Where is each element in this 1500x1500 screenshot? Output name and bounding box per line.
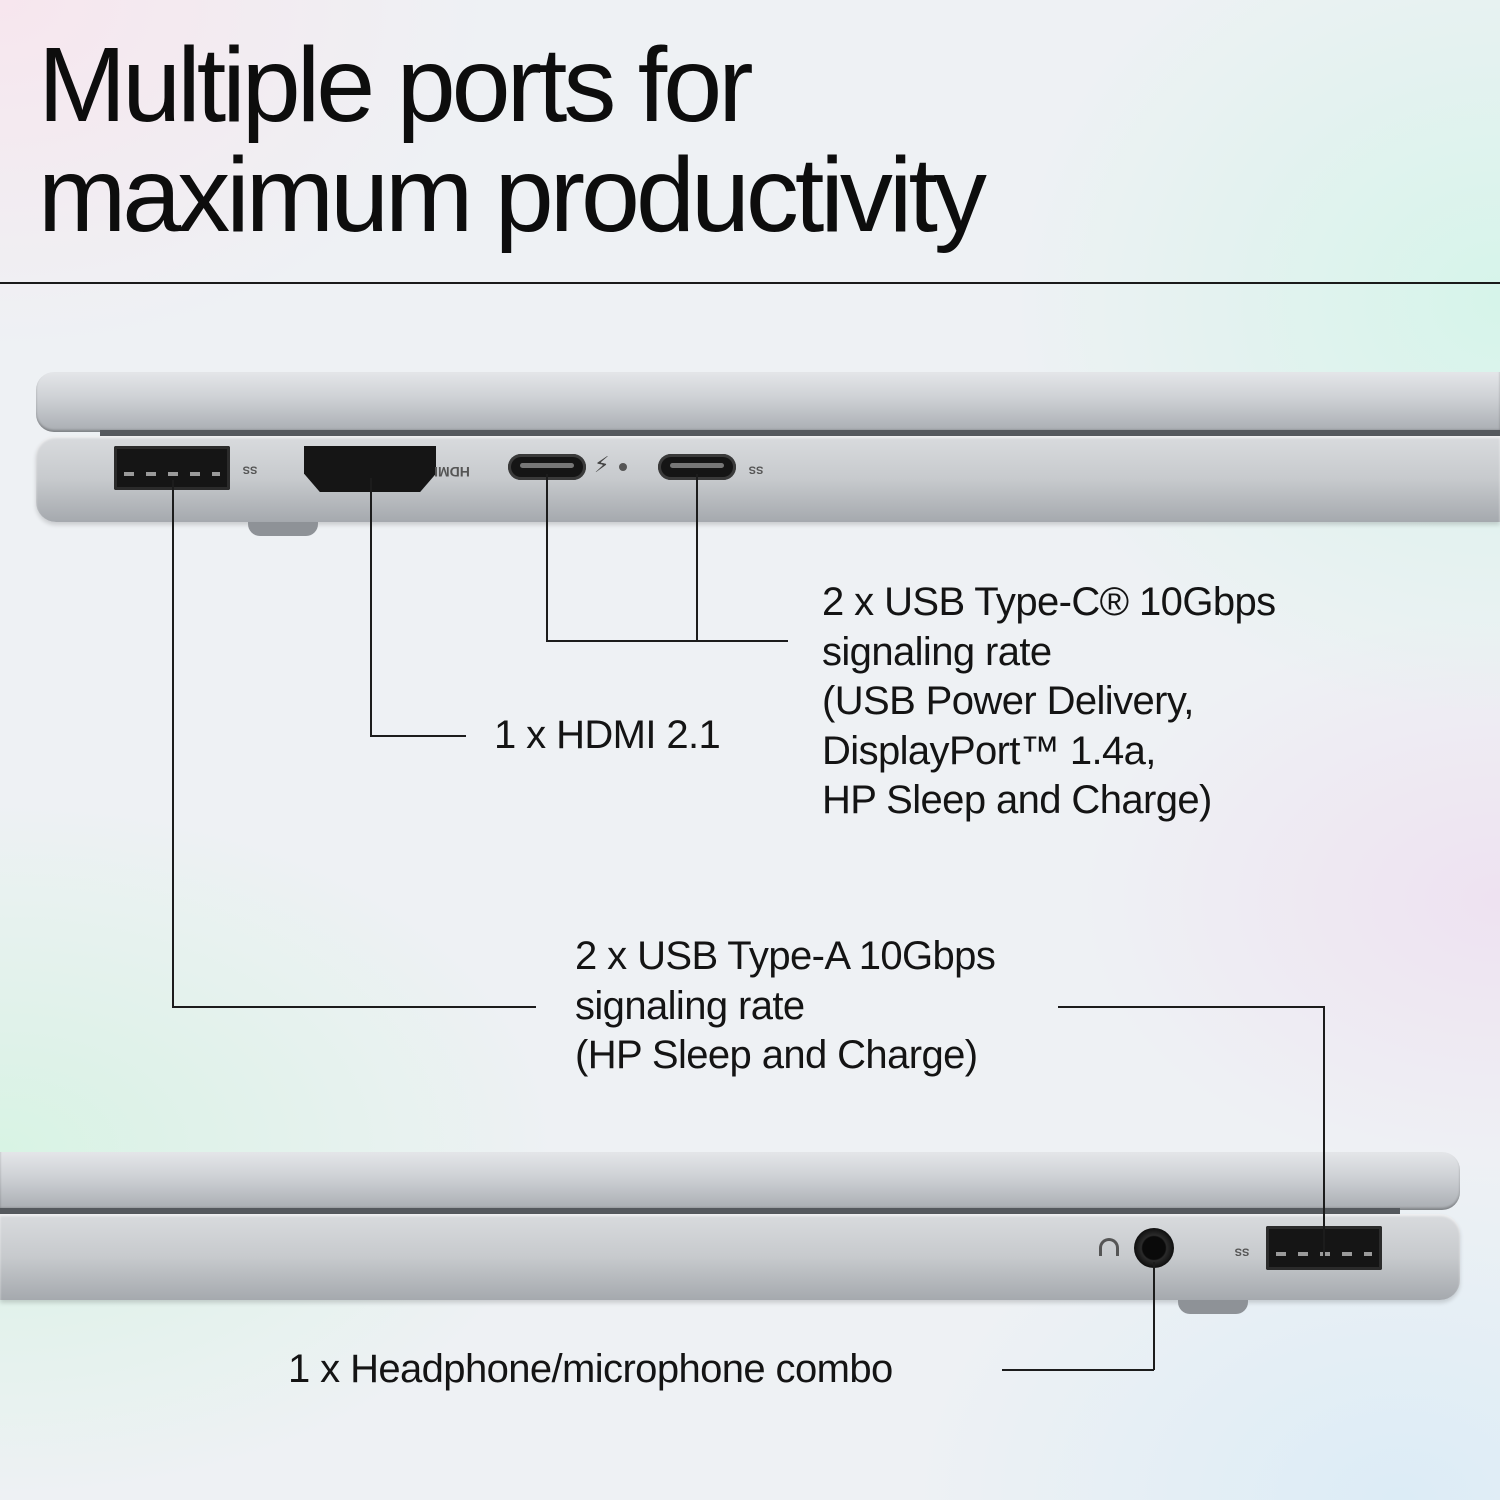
usb-c-callout-line-4: DisplayPort™ 1.4a, bbox=[822, 728, 1156, 773]
connector-usb-a-left-horizontal bbox=[172, 1006, 536, 1008]
connector-usb-a-right-vertical bbox=[1323, 1006, 1325, 1256]
laptop-base bbox=[36, 436, 1500, 522]
title-divider bbox=[0, 282, 1500, 284]
audio-callout-line-1: 1 x Headphone/microphone combo bbox=[288, 1347, 893, 1391]
hdmi-marking: HDMI bbox=[434, 463, 470, 480]
connector-usb-a-right-horizontal bbox=[1058, 1006, 1324, 1008]
usb-a-callout-line-3: (HP Sleep and Charge) bbox=[575, 1033, 978, 1077]
page-title: Multiple ports for maximum productivity bbox=[38, 26, 987, 254]
hdmi-callout-line-1: 1 x HDMI 2.1 bbox=[494, 713, 721, 757]
usb-c-callout-line-3: (USB Power Delivery, bbox=[822, 679, 1194, 723]
laptop-lid bbox=[0, 1152, 1460, 1210]
thunderbolt-icon: ⚡ bbox=[594, 452, 610, 477]
usb-c-callout: 2 x USB Type-C® 10Gbps signaling rate (U… bbox=[822, 578, 1276, 826]
usb-c-callout-line-1: 2 x USB Type-C® 10Gbps bbox=[822, 580, 1276, 624]
connector-hdmi-horizontal bbox=[370, 735, 466, 737]
connector-hdmi-vertical bbox=[370, 478, 372, 736]
ss-marking: SS bbox=[1234, 1245, 1250, 1258]
usb-a-callout: 2 x USB Type-A 10Gbps signaling rate (HP… bbox=[575, 932, 996, 1081]
connector-usb-c-horizontal bbox=[546, 640, 788, 642]
audio-callout: 1 x Headphone/microphone combo bbox=[288, 1345, 893, 1395]
usb-a-callout-line-1: 2 x USB Type-A 10Gbps bbox=[575, 934, 996, 978]
headphone-icon bbox=[1099, 1238, 1119, 1256]
usb-c-callout-line-5: HP Sleep and Charge) bbox=[822, 778, 1212, 822]
hdmi-callout: 1 x HDMI 2.1 bbox=[494, 711, 721, 761]
ss-marking: SS bbox=[242, 463, 258, 476]
laptop-foot bbox=[1178, 1300, 1248, 1314]
ss-marking-usbc: SS bbox=[748, 463, 764, 476]
title-line-1: Multiple ports for bbox=[38, 26, 754, 144]
connector-usb-a-left-vertical bbox=[172, 480, 174, 1007]
laptop-lid bbox=[36, 372, 1500, 432]
connector-audio-horizontal bbox=[1002, 1369, 1154, 1371]
connector-audio-vertical bbox=[1153, 1262, 1155, 1370]
usb-a-callout-line-2: signaling rate bbox=[575, 983, 805, 1028]
connector-usb-c-1-vertical bbox=[546, 474, 548, 641]
laptop-foot bbox=[248, 522, 318, 536]
title-line-2: maximum productivity bbox=[38, 136, 987, 254]
charge-indicator-dot bbox=[619, 463, 627, 471]
usb-c-callout-line-2: signaling rate bbox=[822, 629, 1052, 674]
connector-usb-c-2-vertical bbox=[696, 474, 698, 641]
